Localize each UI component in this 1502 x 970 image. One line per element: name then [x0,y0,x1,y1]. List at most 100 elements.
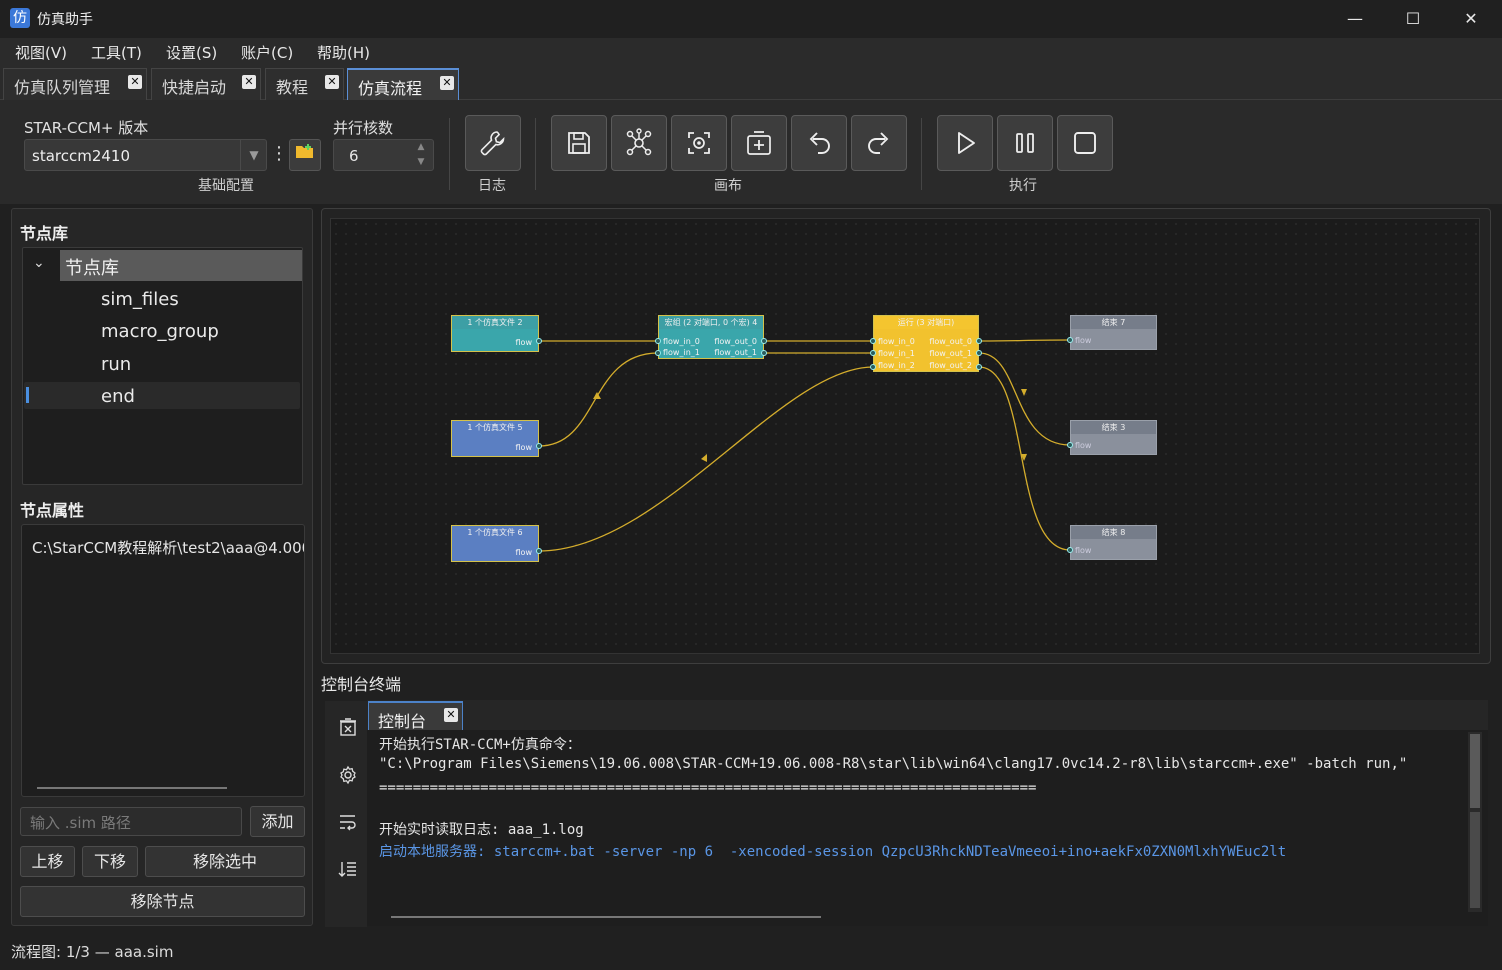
wrap-icon[interactable] [337,811,359,833]
port-in[interactable] [870,338,876,344]
menu-tools[interactable]: 工具(T) [91,42,142,63]
scroll-bottom-icon[interactable] [337,858,359,880]
undo-button[interactable] [791,115,847,171]
node-end-7[interactable]: 结束 7 flow [1067,315,1157,350]
close-icon[interactable]: ✕ [444,708,458,722]
play-icon [958,132,975,154]
menu-settings[interactable]: 设置(S) [166,42,217,63]
port-label: flow_out_1 [714,348,757,357]
menu-view[interactable]: 视图(V) [15,42,67,63]
port-out[interactable] [536,338,542,344]
node-end-3[interactable]: 结束 3 flow [1067,420,1157,455]
scrollbar-thumb[interactable] [1470,734,1480,808]
port-in[interactable] [1067,337,1073,343]
port-out[interactable] [536,443,542,449]
node-macro-group-4[interactable]: 宏组 (2 对端口, 0 个宏) 4 flow_in_0 flow_in_1 f… [655,315,767,359]
close-icon[interactable]: ✕ [325,75,339,89]
node-sim-file-2[interactable]: 1 个仿真文件 2 flow [451,315,542,352]
port-in[interactable] [655,338,661,344]
layout-button[interactable] [611,115,667,171]
move-down-button[interactable]: 下移 [82,846,138,877]
port-in[interactable] [1067,442,1073,448]
folder-open-icon[interactable] [289,139,321,171]
horizontal-scrollbar[interactable] [37,787,227,789]
screenshot-button[interactable] [671,115,727,171]
close-icon[interactable]: ✕ [242,75,256,89]
port-out[interactable] [761,350,767,356]
move-up-button[interactable]: 上移 [20,846,75,877]
maximize-button[interactable]: ☐ [1384,0,1442,38]
group-canvas-label: 画布 [714,178,742,194]
node-props-list[interactable] [21,524,305,797]
node-title: 1 个仿真文件 2 [452,316,538,329]
port-in[interactable] [870,350,876,356]
redo-button[interactable] [851,115,907,171]
menu-bar [0,38,1502,66]
port-out[interactable] [976,338,982,344]
tab-sim-flow[interactable]: 仿真流程 ✕ [347,68,459,100]
port-out[interactable] [761,338,767,344]
close-icon[interactable]: ✕ [128,75,142,89]
edge [538,352,659,447]
clear-icon[interactable] [337,716,359,738]
port-label: flow_in_0 [878,337,915,346]
port-in[interactable] [870,364,876,370]
sim-path-input[interactable]: 输入 .sim 路径 [20,807,242,836]
port-label: flow_out_2 [929,361,972,370]
tree-item-run[interactable]: run [101,354,131,375]
port-in[interactable] [1067,547,1073,553]
tab-tutorial[interactable]: 教程 ✕ [265,68,344,100]
app-icon: 仿 [10,8,30,28]
save-button[interactable] [551,115,607,171]
console-tab-bar [367,700,1488,730]
tree-item-end[interactable]: end [101,386,135,407]
add-button[interactable]: 添加 [250,806,305,837]
port-out[interactable] [976,350,982,356]
close-window-button[interactable]: ✕ [1442,0,1500,38]
tab-label: 快捷启动 [162,78,227,97]
minimize-button[interactable]: — [1326,0,1384,38]
settings-icon[interactable] [337,764,359,786]
tree-root-item[interactable]: 节点库 [60,250,302,281]
tab-quick-launch[interactable]: 快捷启动 ✕ [151,68,261,100]
remove-node-button[interactable]: 移除节点 [20,886,305,917]
chevron-down-icon[interactable]: ⌄ [33,255,45,271]
node-end-8[interactable]: 结束 8 flow [1067,525,1157,560]
pause-button[interactable] [997,115,1053,171]
wrench-icon [480,131,505,156]
spin-up-icon[interactable]: ▲ [410,140,432,155]
port-out[interactable] [536,548,542,554]
node-run[interactable]: 运行 (3 对端口) flow_in_0 flow_in_1 flow_in_2… [870,315,982,372]
tab-label: 仿真队列管理 [14,78,111,97]
run-button[interactable] [937,115,993,171]
redo-icon [868,132,889,154]
menu-help[interactable]: 帮助(H) [317,42,370,63]
tab-queue-management[interactable]: 仿真队列管理 ✕ [3,68,147,100]
tab-console[interactable]: 控制台 ✕ [368,701,463,731]
tree-item-macro-group[interactable]: macro_group [101,321,219,342]
port-out[interactable] [976,364,982,370]
close-icon[interactable]: ✕ [440,76,454,90]
add-node-button[interactable] [731,115,787,171]
more-vert-icon[interactable]: ⋮ [270,139,288,171]
spin-down-icon[interactable]: ▼ [410,155,432,170]
props-list-item[interactable]: C:\StarCCM教程解析\test2\aaa@4.000 [32,537,304,558]
port-label: flow [515,443,532,452]
node-sim-file-5[interactable]: 1 个仿真文件 5 flow [451,420,542,457]
tree-item-sim-files[interactable]: sim_files [101,289,179,310]
port-label: flow_out_0 [714,337,757,346]
stop-button[interactable] [1057,115,1113,171]
menu-account[interactable]: 账户(C) [241,42,293,63]
add-node-icon [747,131,771,155]
node-sim-file-6[interactable]: 1 个仿真文件 6 flow [451,525,542,562]
port-label: flow_in_2 [878,361,915,370]
group-exec-label: 执行 [1009,178,1037,194]
port-in[interactable] [655,350,661,356]
remove-selected-button[interactable]: 移除选中 [145,846,305,877]
version-select[interactable]: starccm2410 [24,139,267,171]
chevron-down-icon[interactable]: ▼ [240,139,267,171]
horizontal-scrollbar[interactable] [391,916,821,918]
flow-canvas[interactable]: 1 个仿真文件 2 flow 1 个仿真文件 5 flow 1 个仿真文件 6 … [330,218,1480,654]
console-line-server: 启动本地服务器: starccm+.bat -server -np 6 -xen… [379,844,1287,860]
log-button[interactable] [465,115,521,171]
